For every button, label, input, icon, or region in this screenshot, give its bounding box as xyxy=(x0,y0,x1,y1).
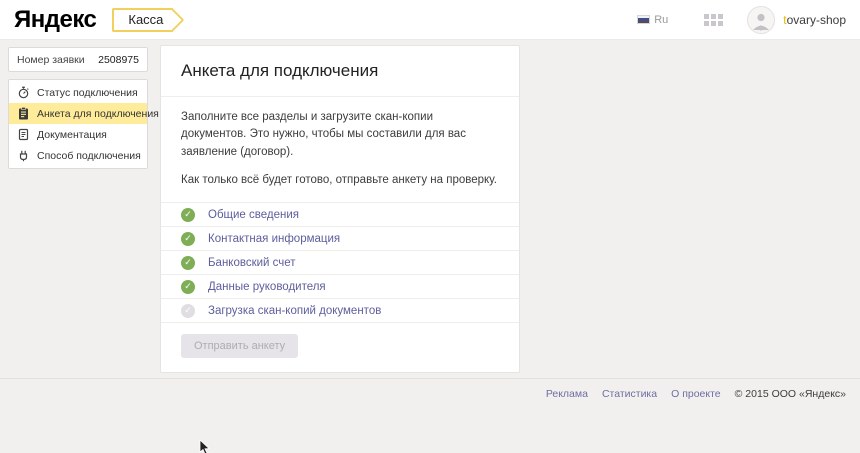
username[interactable]: tovary-shop xyxy=(783,13,846,27)
sidebar-item-questionnaire[interactable]: Анкета для подключения xyxy=(9,103,147,124)
page-footer: Реклама Статистика О проекте © 2015 ООО … xyxy=(0,378,860,400)
page-title: Анкета для подключения xyxy=(161,46,519,96)
sidebar-menu: Статус подключения Анкета для подключени… xyxy=(8,79,148,169)
check-done-icon: ✓ xyxy=(181,232,195,246)
submit-questionnaire-button[interactable]: Отправить анкету xyxy=(181,334,298,358)
avatar[interactable] xyxy=(747,6,775,34)
request-number-box: Номер заявки 2508975 xyxy=(8,47,148,72)
sidebar-item-label: Анкета для подключения xyxy=(37,108,159,120)
questionnaire-card: Анкета для подключения Заполните все раз… xyxy=(160,45,520,373)
check-done-icon: ✓ xyxy=(181,208,195,222)
copyright-text: © 2015 ООО «Яндекс» xyxy=(735,388,846,400)
section-link-director-data[interactable]: ✓ Данные руководителя xyxy=(161,274,519,298)
sidebar-item-connection-method[interactable]: Способ подключения xyxy=(9,145,147,166)
check-done-icon: ✓ xyxy=(181,280,195,294)
check-done-icon: ✓ xyxy=(181,256,195,270)
section-link-bank-account[interactable]: ✓ Банковский счет xyxy=(161,250,519,274)
kassa-badge[interactable]: Касса xyxy=(112,8,173,32)
sidebar-item-documentation[interactable]: Документация xyxy=(9,124,147,145)
sidebar-item-label: Статус подключения xyxy=(37,87,138,99)
request-number-label: Номер заявки xyxy=(17,54,85,66)
section-label: Контактная информация xyxy=(208,233,340,245)
top-header: Яндекс Касса Ru tovary-shop xyxy=(0,0,860,40)
footer-link-advertising[interactable]: Реклама xyxy=(546,388,588,400)
language-switcher[interactable]: Ru xyxy=(637,14,668,26)
description-paragraph-1: Заполните все разделы и загрузите скан-к… xyxy=(181,109,499,161)
section-link-general-info[interactable]: ✓ Общие сведения xyxy=(161,202,519,226)
request-number-value: 2508975 xyxy=(98,54,139,66)
sidebar-item-status[interactable]: Статус подключения xyxy=(9,82,147,103)
sidebar-item-label: Документация xyxy=(37,129,107,141)
sidebar-item-label: Способ подключения xyxy=(37,150,141,162)
card-description: Заполните все разделы и загрузите скан-к… xyxy=(161,96,519,202)
section-label: Загрузка скан-копий документов xyxy=(208,305,381,317)
description-paragraph-2: Как только всё будет готово, отправьте а… xyxy=(181,172,499,189)
person-icon xyxy=(751,11,771,31)
username-rest: ovary-shop xyxy=(787,13,846,27)
footer-link-statistics[interactable]: Статистика xyxy=(602,388,657,400)
clipboard-icon xyxy=(17,107,30,120)
submit-row: Отправить анкету xyxy=(161,322,519,372)
section-label: Данные руководителя xyxy=(208,281,326,293)
section-label: Банковский счет xyxy=(208,257,296,269)
plug-icon xyxy=(17,149,30,162)
document-icon xyxy=(17,128,30,141)
services-grid-icon[interactable] xyxy=(704,14,723,26)
section-label: Общие сведения xyxy=(208,209,299,221)
mouse-cursor xyxy=(199,440,211,453)
footer-link-about[interactable]: О проекте xyxy=(671,388,721,400)
stopwatch-icon xyxy=(17,86,30,99)
section-link-contact-info[interactable]: ✓ Контактная информация xyxy=(161,226,519,250)
language-label: Ru xyxy=(654,14,668,26)
header-right: Ru tovary-shop xyxy=(637,6,846,34)
check-pending-icon: ✓ xyxy=(181,304,195,318)
section-link-upload-scans[interactable]: ✓ Загрузка скан-копий документов xyxy=(161,298,519,322)
yandex-logo[interactable]: Яндекс xyxy=(14,6,96,34)
kassa-badge-label: Касса xyxy=(128,12,163,27)
russia-flag-icon xyxy=(637,15,650,24)
